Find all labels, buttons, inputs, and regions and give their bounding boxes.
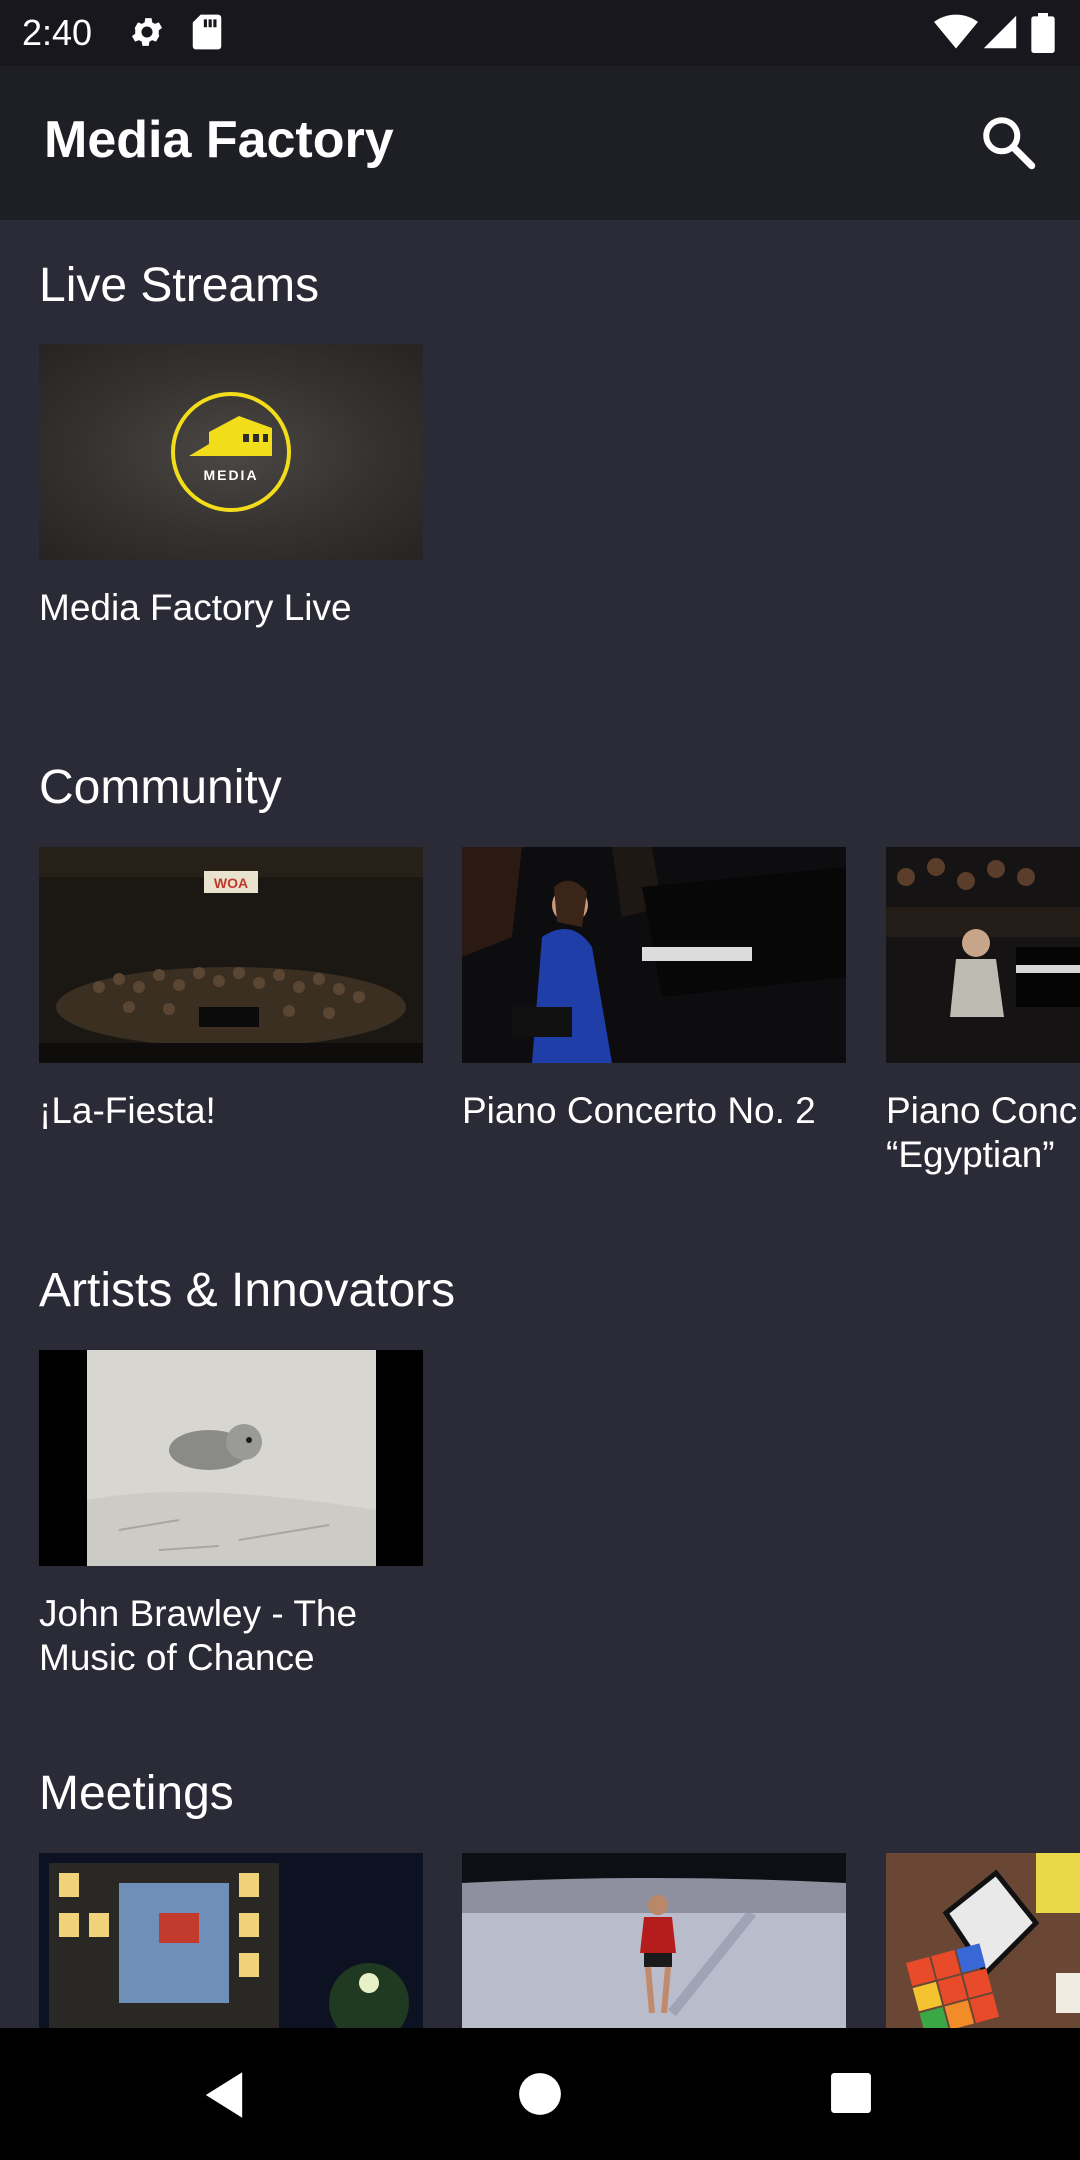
content-list[interactable]: Live Streams MEDIA Media Factory Live Co…	[0, 220, 1080, 2028]
video-thumbnail	[462, 1853, 846, 2028]
cell-signal-icon	[983, 15, 1017, 49]
media-logo-text: MEDIA	[203, 467, 258, 483]
video-title: ¡La-Fiesta!	[39, 1090, 216, 1131]
video-card-meeting-1[interactable]	[39, 1853, 423, 2028]
video-title: Piano Conc “Egyptian”	[886, 1089, 1080, 1177]
video-title-line-1: John Brawley - The	[39, 1593, 358, 1634]
video-title-line-1: Piano Conc	[886, 1090, 1078, 1131]
video-title-line-2: “Egyptian”	[886, 1134, 1055, 1175]
app-bar: Media Factory	[0, 66, 1080, 220]
video-thumbnail: MEDIA	[39, 344, 423, 560]
video-card-piano-concerto-egyptian[interactable]: Piano Conc “Egyptian”	[886, 847, 1080, 1177]
stage-banner-text: WOA	[214, 875, 248, 891]
video-card-piano-concerto-2[interactable]: Piano Concerto No. 2	[462, 847, 846, 1133]
video-card-meeting-2[interactable]	[462, 1853, 846, 2028]
orchestra-image: WOA	[39, 847, 423, 1063]
wifi-icon	[934, 14, 978, 49]
status-time: 2:40	[22, 12, 93, 53]
video-card-meeting-3[interactable]	[886, 1853, 1080, 2028]
video-card-la-fiesta[interactable]: WOA ¡La-Fiesta!	[39, 847, 423, 1133]
video-thumbnail	[886, 847, 1080, 1063]
search-icon[interactable]	[978, 112, 1038, 172]
video-card-media-factory-live[interactable]: MEDIA Media Factory Live	[39, 344, 423, 630]
video-card-john-brawley[interactable]: John Brawley - The Music of Chance	[39, 1350, 423, 1680]
home-icon[interactable]	[518, 2072, 562, 2116]
battery-icon	[1031, 13, 1055, 53]
pianist-image	[462, 847, 846, 1063]
building-night-image	[39, 1853, 423, 2028]
video-thumbnail: WOA	[39, 847, 423, 1063]
status-bar: 2:40	[0, 0, 1080, 66]
video-title-line-2: Music of Chance	[39, 1637, 315, 1678]
video-thumbnail	[462, 847, 846, 1063]
section-title-live-streams: Live Streams	[39, 259, 320, 312]
video-title: John Brawley - The Music of Chance	[39, 1592, 423, 1680]
recents-icon[interactable]	[830, 2072, 872, 2114]
section-title-community: Community	[39, 761, 282, 814]
navigation-bar	[0, 2028, 1080, 2160]
person-in-snow-image	[462, 1853, 846, 2028]
seal-on-beach-image	[39, 1350, 423, 1566]
video-title: Media Factory Live	[39, 587, 352, 628]
app-title: Media Factory	[44, 111, 394, 169]
back-icon[interactable]	[201, 2070, 247, 2120]
section-title-meetings: Meetings	[39, 1767, 234, 1820]
video-thumbnail	[886, 1853, 1080, 2028]
section-title-artists-innovators: Artists & Innovators	[39, 1264, 456, 1317]
media-logo-icon: MEDIA	[171, 392, 291, 512]
sd-card-icon	[192, 14, 222, 50]
video-thumbnail	[39, 1853, 423, 2028]
video-title: Piano Concerto No. 2	[462, 1090, 816, 1131]
rubiks-cubes-image	[886, 1853, 1080, 2028]
video-thumbnail	[39, 1350, 423, 1566]
pianist-orchestra-image	[886, 847, 1080, 1063]
settings-icon	[131, 18, 163, 46]
